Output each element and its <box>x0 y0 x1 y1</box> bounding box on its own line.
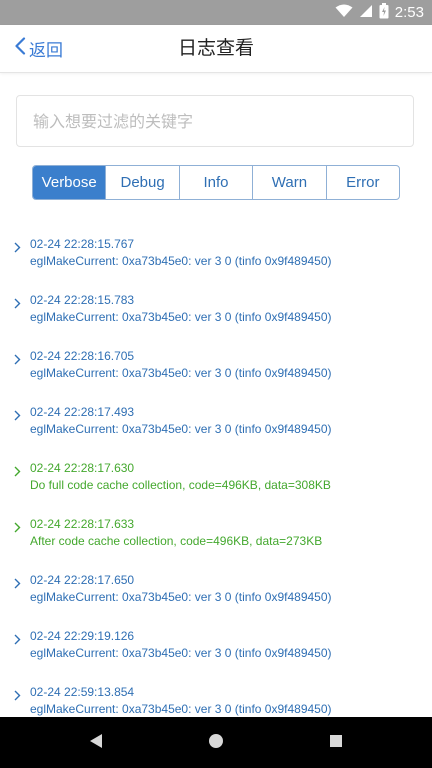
navigation-bar <box>0 717 432 768</box>
log-time: 02-24 22:28:17.493 <box>30 405 135 419</box>
square-recents-icon <box>329 733 343 752</box>
status-bar: 2:53 <box>0 0 432 25</box>
search-box <box>16 95 414 147</box>
log-time: 02-24 22:28:17.650 <box>30 573 135 587</box>
log-entry[interactable]: 02-24 22:28:16.705 eglMakeCurrent: 0xa73… <box>0 342 432 398</box>
status-icons: 2:53 <box>335 0 424 25</box>
log-message: After code cache collection, code=496KB,… <box>30 534 323 548</box>
tab-info[interactable]: Info <box>178 166 252 199</box>
back-button[interactable]: 返回 <box>14 25 63 72</box>
log-level-tabs: Verbose Debug Info Warn Error <box>32 165 400 200</box>
log-time: 02-24 22:29:19.126 <box>30 629 135 643</box>
circle-home-icon <box>208 733 224 753</box>
log-message: eglMakeCurrent: 0xa73b45e0: ver 3 0 (tin… <box>30 590 332 604</box>
chevron-right-icon <box>14 238 21 257</box>
log-time: 02-24 22:28:15.767 <box>30 237 135 251</box>
log-message: eglMakeCurrent: 0xa73b45e0: ver 3 0 (tin… <box>30 310 332 324</box>
page-title: 日志查看 <box>177 37 254 59</box>
tab-verbose[interactable]: Verbose <box>33 166 106 199</box>
title-bar: 返回 日志查看 <box>0 25 432 73</box>
log-entry[interactable]: 02-24 22:28:15.783 eglMakeCurrent: 0xa73… <box>0 286 432 342</box>
tab-warn[interactable]: Warn <box>252 166 325 199</box>
log-time: 02-24 22:28:15.783 <box>30 293 135 307</box>
wifi-icon <box>335 3 353 22</box>
chevron-right-icon <box>14 350 21 369</box>
tab-debug[interactable]: Debug <box>105 166 178 199</box>
nav-back-button[interactable] <box>66 717 126 768</box>
log-entry[interactable]: 02-24 22:28:17.630 Do full code cache co… <box>0 454 432 510</box>
nav-home-button[interactable] <box>186 717 246 768</box>
log-message: eglMakeCurrent: 0xa73b45e0: ver 3 0 (tin… <box>30 366 332 380</box>
log-entry[interactable]: 02-24 22:28:17.650 eglMakeCurrent: 0xa73… <box>0 566 432 622</box>
log-time: 02-24 22:59:13.854 <box>30 685 135 699</box>
log-list: 02-24 22:28:15.767 eglMakeCurrent: 0xa73… <box>0 230 432 716</box>
log-message: eglMakeCurrent: 0xa73b45e0: ver 3 0 (tin… <box>30 702 332 716</box>
chevron-right-icon <box>14 518 21 537</box>
status-time: 2:53 <box>394 4 424 21</box>
log-entry[interactable]: 02-24 22:59:13.854 eglMakeCurrent: 0xa73… <box>0 678 432 716</box>
nav-recents-button[interactable] <box>306 717 366 768</box>
signal-icon <box>359 3 373 22</box>
triangle-back-icon <box>89 733 103 753</box>
back-label: 返回 <box>29 41 63 61</box>
log-entry[interactable]: 02-24 22:28:17.493 eglMakeCurrent: 0xa73… <box>0 398 432 454</box>
log-message: Do full code cache collection, code=496K… <box>30 478 331 492</box>
chevron-right-icon <box>14 462 21 481</box>
log-time: 02-24 22:28:17.630 <box>30 461 135 475</box>
log-message: eglMakeCurrent: 0xa73b45e0: ver 3 0 (tin… <box>30 422 332 436</box>
log-message: eglMakeCurrent: 0xa73b45e0: ver 3 0 (tin… <box>30 646 332 660</box>
log-entry[interactable]: 02-24 22:28:15.767 eglMakeCurrent: 0xa73… <box>0 230 432 286</box>
chevron-right-icon <box>14 630 21 649</box>
search-input[interactable] <box>17 96 413 146</box>
chevron-right-icon <box>14 574 21 593</box>
chevron-right-icon <box>14 294 21 313</box>
chevron-right-icon <box>14 686 21 705</box>
log-entry[interactable]: 02-24 22:29:19.126 eglMakeCurrent: 0xa73… <box>0 622 432 678</box>
tab-error[interactable]: Error <box>325 166 399 199</box>
chevron-left-icon <box>14 37 29 60</box>
log-time: 02-24 22:28:16.705 <box>30 349 135 363</box>
battery-icon <box>379 2 389 23</box>
chevron-right-icon <box>14 406 21 425</box>
log-message: eglMakeCurrent: 0xa73b45e0: ver 3 0 (tin… <box>30 254 332 268</box>
log-time: 02-24 22:28:17.633 <box>30 517 135 531</box>
log-entry[interactable]: 02-24 22:28:17.633 After code cache coll… <box>0 510 432 566</box>
